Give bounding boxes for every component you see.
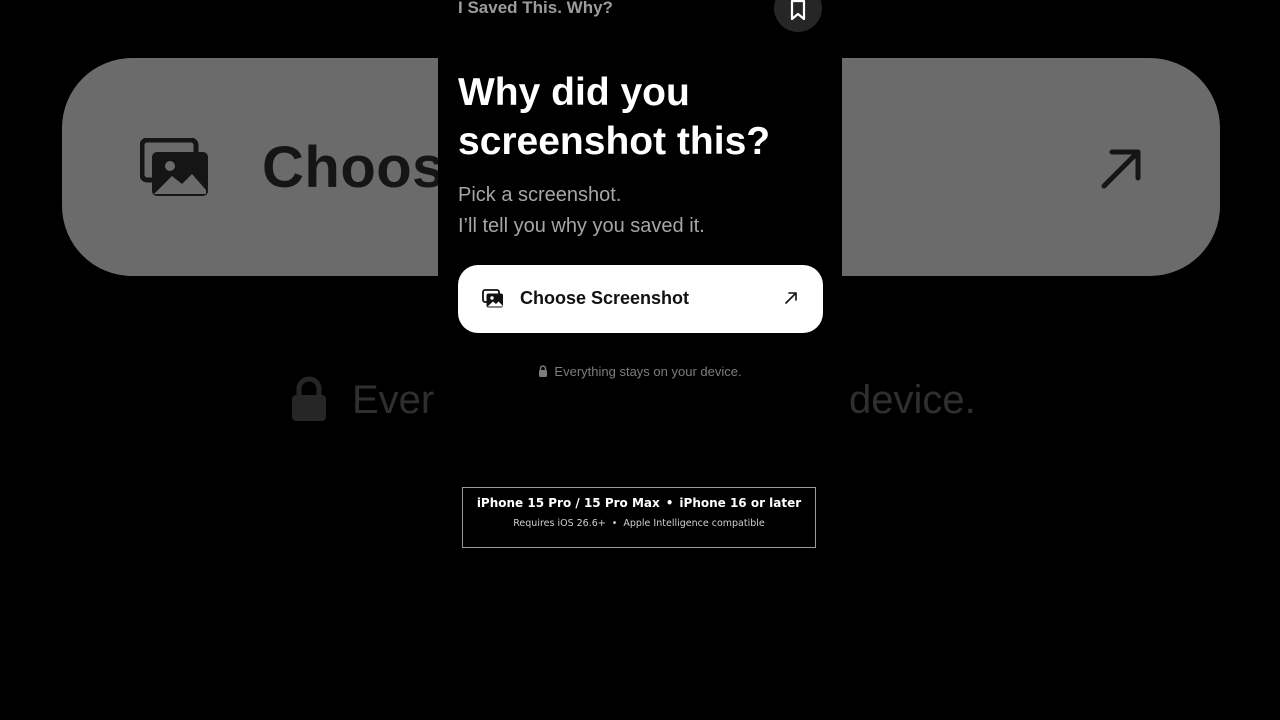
requirement-item: Requires iOS 26.6+ — [513, 518, 606, 529]
lock-icon — [292, 376, 326, 421]
background-button-label: Choos — [262, 135, 445, 200]
privacy-note: Everything stays on your device. — [438, 364, 842, 379]
page-title: Why did you screenshot this? — [458, 68, 828, 166]
separator: • — [611, 518, 618, 529]
compatibility-banner: iPhone 15 Pro / 15 Pro Max • iPhone 16 or … — [462, 487, 816, 548]
arrow-up-right-icon — [1101, 149, 1141, 189]
background-privacy-text-left: Ever — [352, 378, 435, 422]
privacy-text: Everything stays on your device. — [554, 364, 742, 379]
app-title: I Saved This. Why? — [458, 0, 613, 17]
bookmark-icon — [790, 0, 806, 20]
arrow-up-right-icon — [785, 292, 797, 304]
video-frame: Choos Ever device. I Saved This. Why? Wh… — [0, 0, 1280, 720]
headline-line-2: screenshot this? — [458, 120, 771, 163]
supported-devices: iPhone 15 Pro / 15 Pro Max • iPhone 16 or … — [463, 496, 815, 510]
headline-line-1: Why did you — [458, 71, 690, 114]
device-item: iPhone 16 or later — [679, 496, 802, 510]
separator: • — [665, 496, 674, 510]
background-privacy-text-right: device. — [849, 378, 976, 422]
subtitle-line-2: I’ll tell you why you saved it. — [458, 215, 705, 237]
photo-gallery-icon — [482, 289, 503, 308]
requirements: Requires iOS 26.6+ • Apple Intelligence co… — [463, 518, 815, 529]
phone-screen: I Saved This. Why? Why did you screensho… — [438, 0, 842, 720]
choose-screenshot-label: Choose Screenshot — [520, 288, 690, 308]
device-item: iPhone 15 Pro / 15 Pro Max — [476, 496, 660, 510]
subtitle: Pick a screenshot. I’ll tell you why you… — [458, 180, 705, 242]
bookmark-button[interactable] — [774, 0, 822, 32]
photo-gallery-icon — [140, 138, 208, 196]
requirement-item: Apple Intelligence compatible — [623, 518, 765, 529]
choose-screenshot-button[interactable]: Choose Screenshot — [458, 265, 823, 333]
lock-icon — [539, 365, 548, 377]
subtitle-line-1: Pick a screenshot. — [458, 184, 622, 206]
